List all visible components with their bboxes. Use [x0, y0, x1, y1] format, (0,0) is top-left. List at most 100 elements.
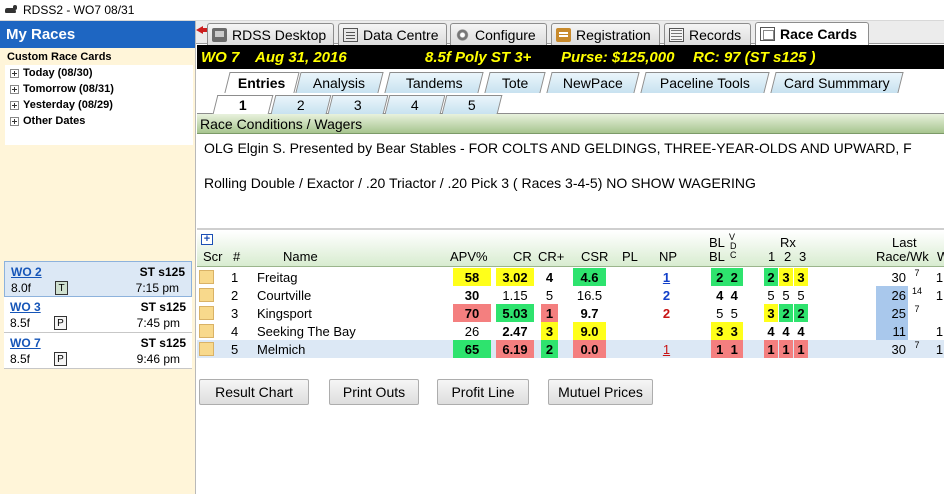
tab-tote[interactable]: Tote: [484, 72, 546, 93]
tab-label: Analysis: [313, 75, 366, 91]
tab-race-cards[interactable]: Race Cards: [755, 22, 869, 45]
tab-race-4[interactable]: 4: [384, 95, 446, 114]
np-value[interactable]: 1: [658, 268, 675, 286]
tree-item-today[interactable]: Today (08/30): [5, 65, 193, 81]
result-chart-button[interactable]: Result Chart: [199, 379, 309, 405]
race-track-link[interactable]: WO 7: [10, 336, 41, 350]
expand-icon[interactable]: [10, 116, 19, 126]
crplus-value: 4: [545, 269, 554, 285]
race-condition: ST s125: [140, 300, 186, 314]
table-row[interactable]: 1 Freitag 58 3.02 4 4.6 1 2 2 2 3 3 30 7…: [197, 268, 944, 286]
race-track-link[interactable]: WO 3: [10, 300, 41, 314]
tab-newpace[interactable]: NewPace: [546, 72, 640, 93]
race-rc: RC: 97 (ST s125 ): [693, 48, 816, 66]
race-date: Aug 31, 2016: [255, 48, 347, 66]
panel-splitter[interactable]: [197, 228, 944, 230]
scratch-checkbox[interactable]: [199, 288, 214, 302]
csr-value: 9.7: [580, 305, 599, 321]
race-condition: ST s125: [140, 336, 186, 350]
horse-name[interactable]: Seeking The Bay: [257, 324, 356, 339]
tab-race-1[interactable]: 1: [212, 95, 274, 114]
rx2-value: 3: [779, 268, 793, 286]
expand-plus-icon[interactable]: +: [201, 234, 213, 245]
app-horse-icon: [3, 4, 19, 16]
np-value[interactable]: 1: [658, 340, 675, 358]
registration-icon: [556, 27, 571, 42]
crplus-value: 3: [541, 322, 558, 340]
scratch-checkbox[interactable]: [199, 324, 214, 338]
tab-race-2[interactable]: 2: [270, 95, 332, 114]
tab-card-summary[interactable]: Card Summmary: [770, 72, 904, 93]
tree-label: Yesterday (08/29): [23, 99, 113, 111]
cr-value: 5.03: [496, 304, 534, 322]
last-wk-value: 14: [911, 286, 922, 296]
last-wk-value: 7: [914, 304, 920, 314]
tab-label: 1: [238, 97, 247, 113]
tab-data-centre[interactable]: Data Centre: [338, 23, 447, 45]
tab-configure[interactable]: Configure: [450, 23, 547, 45]
table-row[interactable]: 5 Melmich 65 6.19 2 0.0 1 1 1 1 1 1 30 7…: [197, 340, 944, 358]
table-row[interactable]: 2 Courtville 30 1.15 5 16.5 2 4 4 5 5 5 …: [197, 286, 944, 304]
tree-item-yesterday[interactable]: Yesterday (08/29): [5, 97, 193, 113]
race-type-badge: T: [55, 281, 68, 295]
race-card-item[interactable]: WO 2 ST s125 8.0f 7:15 pm T: [4, 261, 192, 297]
scratch-checkbox[interactable]: [199, 306, 214, 320]
expand-icon[interactable]: [10, 84, 19, 94]
left-panel: My Races Custom Race Cards Today (08/30)…: [0, 21, 196, 494]
tab-registration[interactable]: Registration: [551, 23, 660, 45]
rx2-value: 2: [779, 304, 793, 322]
race-header: WO 7 Aug 31, 2016 8.5f Poly ST 3+ Purse:…: [197, 45, 944, 69]
table-row[interactable]: 4 Seeking The Bay 26 2.47 3 9.0 3 3 4 4 …: [197, 322, 944, 340]
race-track-number: WO 7: [201, 48, 240, 66]
scratch-checkbox[interactable]: [199, 270, 214, 284]
horse-name[interactable]: Freitag: [257, 270, 297, 285]
tab-entries[interactable]: Entries: [224, 72, 300, 93]
tab-label: NewPace: [562, 75, 623, 91]
np-link[interactable]: 1: [663, 270, 670, 285]
rx1-value: 3: [764, 304, 778, 322]
mutuel-prices-button[interactable]: Mutuel Prices: [548, 379, 653, 405]
race-track-link[interactable]: WO 2: [11, 265, 42, 279]
profit-line-button[interactable]: Profit Line: [437, 379, 529, 405]
tab-label: Data Centre: [363, 26, 439, 43]
tree-item-other-dates[interactable]: Other Dates: [5, 113, 193, 129]
horse-name[interactable]: Kingsport: [257, 306, 312, 321]
records-icon: [669, 27, 684, 42]
scratch-checkbox[interactable]: [199, 342, 214, 356]
tab-tandems[interactable]: Tandems: [384, 72, 484, 93]
apv-value: 30: [464, 287, 480, 303]
bl-value: 3: [716, 323, 724, 339]
tab-analysis[interactable]: Analysis: [295, 72, 384, 93]
row-tail-value: 1: [935, 269, 944, 285]
tab-race-5[interactable]: 5: [441, 95, 503, 114]
col-rx-1: 1: [768, 249, 776, 264]
tab-records[interactable]: Records: [664, 23, 751, 45]
horse-name[interactable]: Courtville: [257, 288, 311, 303]
np-value: 2: [662, 305, 671, 321]
race-card-item[interactable]: WO 7 ST s125 8.5f 9:46 pm P: [4, 333, 192, 369]
last-race-value: 26: [876, 286, 908, 304]
table-row[interactable]: 3 Kingsport 70 5.03 1 9.7 2 5 5 3 2 2 25…: [197, 304, 944, 322]
rx2-value: 1: [779, 340, 793, 358]
race-card-item[interactable]: WO 3 ST s125 8.5f 7:45 pm P: [4, 297, 192, 333]
expand-icon[interactable]: [10, 100, 19, 110]
tree-item-tomorrow[interactable]: Tomorrow (08/31): [5, 81, 193, 97]
print-outs-button[interactable]: Print Outs: [329, 379, 419, 405]
bl-cell: 3 3: [711, 322, 743, 340]
horse-name[interactable]: Melmich: [257, 342, 305, 357]
main-tab-bar: RDSS Desktop Data Centre Configure Regis…: [196, 21, 944, 45]
cr-value: 2.47: [502, 323, 528, 339]
rx2-value: 5: [782, 287, 790, 303]
tab-race-3[interactable]: 3: [327, 95, 389, 114]
last-race-value: 30: [891, 341, 906, 357]
apv-value: 65: [453, 340, 491, 358]
entries-table-header: + Scr # Name APV% CR CR+ CSR PL NP BL BL…: [197, 231, 944, 267]
expand-icon[interactable]: [10, 68, 19, 78]
np-link[interactable]: 1: [663, 342, 670, 357]
rx1-value: 4: [767, 323, 775, 339]
tab-rdss-desktop[interactable]: RDSS Desktop: [207, 23, 334, 45]
rx3-value: 4: [797, 323, 805, 339]
tab-paceline-tools[interactable]: Paceline Tools: [640, 72, 770, 93]
rx1-value: 1: [764, 340, 778, 358]
my-races-header: My Races: [0, 21, 195, 48]
